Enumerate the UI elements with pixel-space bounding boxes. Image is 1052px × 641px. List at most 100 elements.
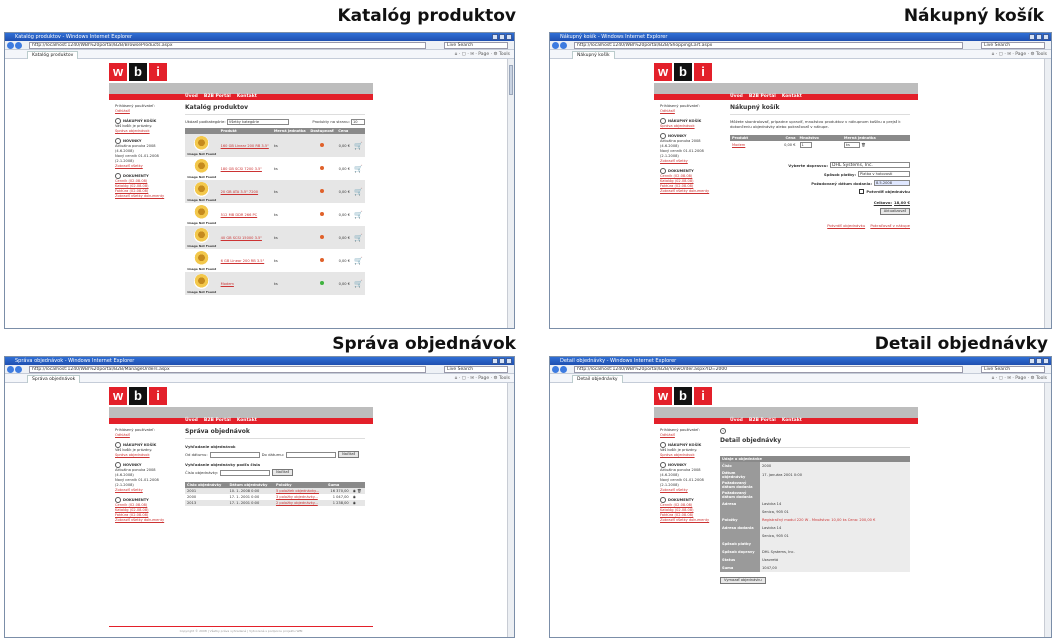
close-icon[interactable] [1043,34,1049,40]
wbi-logo[interactable]: wbi [109,63,167,81]
orders-link[interactable]: Správa objednávok [660,453,716,458]
news-item[interactable]: Nový cenník 01.01.2008 (2.1.2008) [660,478,716,488]
command-bar[interactable]: ⌂ · ▢ · ✉ · Page · ⚙ Tools [992,50,1048,59]
order-items-link[interactable]: 3 položky objednávky... [276,495,318,499]
window-controls[interactable] [1029,34,1049,40]
menu-item-b2b[interactable]: B2B Portál [749,94,776,99]
product-link[interactable]: 512 MB DDR 266 PC [221,213,258,217]
orders-link[interactable]: Správa objednávok [115,453,171,458]
product-link[interactable]: 20 GB ATA 3.5" 7200 [221,190,258,194]
menu-item-home[interactable]: Úvod [730,418,743,423]
command-bar[interactable]: ⌂ · ▢ · ✉ · Page · ⚙ Tools [455,374,511,383]
continue-shopping-link[interactable]: Pokračovať v nákupe [870,223,910,228]
window-controls[interactable] [1029,358,1049,364]
all-docs-link[interactable]: Zobraziť všetky dokumenty [115,518,171,523]
browser-tab[interactable]: Nákupný košík [572,51,615,59]
product-link[interactable]: 6 GB Linear 200 RB 3.5" [221,259,265,263]
all-news-link[interactable]: Zobraziť všetky [115,488,171,493]
close-icon[interactable] [506,34,512,40]
menu-item-b2b[interactable]: B2B Portál [204,94,231,99]
search-field[interactable]: Live Search [444,42,508,49]
news-item[interactable]: Nový cenník 01.01.2008 (2.1.2008) [115,154,171,164]
minimize-icon[interactable] [1029,34,1035,40]
menu-item-contact[interactable]: Kontakt [782,94,802,99]
scroll-thumb[interactable] [509,65,513,95]
scrollbar[interactable] [507,59,514,328]
maximize-icon[interactable] [1036,34,1042,40]
menu-item-contact[interactable]: Kontakt [237,418,257,423]
trash-icon[interactable]: 🗑 [356,489,362,493]
confirm-order-link[interactable]: Potvrdiť objednávku [827,223,865,228]
wbi-logo[interactable]: wbi [109,387,167,405]
url-field[interactable]: http://localhost:1240/WBI%20portal/B2B/B… [29,42,426,49]
product-image[interactable] [194,159,210,174]
close-icon[interactable] [506,358,512,364]
orders-link[interactable]: Správa objednávok [660,124,716,129]
order-num-input[interactable] [220,469,271,476]
maximize-icon[interactable] [1036,358,1042,364]
news-item[interactable]: Nový cenník 01.01.2008 (2.1.2008) [660,149,716,159]
wbi-logo[interactable]: wbi [654,63,712,81]
all-news-link[interactable]: Zobraziť všetky [660,488,716,493]
add-to-cart-icon[interactable]: 🛒 [354,280,363,288]
wbi-logo[interactable]: wbi [654,387,712,405]
close-icon[interactable] [1043,358,1049,364]
scrollbar[interactable] [1044,59,1051,328]
to-input[interactable] [286,451,337,458]
product-image[interactable] [194,228,210,243]
search-field[interactable]: Live Search [444,366,508,373]
trash-icon[interactable]: 🗑 [861,143,866,147]
product-link[interactable]: 180 GB SCSI 7200 3.5" [221,167,262,171]
product-link[interactable]: 40 GB SCSI 15000 3.5" [221,236,262,240]
logout-link[interactable]: Odhlásiť [115,109,171,114]
command-bar[interactable]: ⌂ · ▢ · ✉ · Page · ⚙ Tools [992,374,1048,383]
product-image[interactable] [194,274,210,289]
back-forward-icon[interactable] [7,42,25,49]
news-item[interactable]: Nový cenník 01.01.2008 (2.1.2008) [115,478,171,488]
menu-item-home[interactable]: Úvod [185,418,198,423]
add-to-cart-icon[interactable]: 🛒 [354,234,363,242]
from-input[interactable] [209,451,260,458]
view-icon[interactable]: ◉ [353,495,356,499]
minimize-icon[interactable] [492,358,498,364]
confirm-checkbox[interactable] [859,189,865,194]
url-field[interactable]: http://localhost:1240/WBI%20portal/B2B/V… [574,366,963,373]
add-to-cart-icon[interactable]: 🛒 [354,165,363,173]
menu-item-home[interactable]: Úvod [185,94,198,99]
url-field[interactable]: http://localhost:1240/WBI%20portal/B2B/S… [574,42,963,49]
all-news-link[interactable]: Zobraziť všetky [660,159,716,164]
command-bar[interactable]: ⌂ · ▢ · ✉ · Page · ⚙ Tools [455,50,511,59]
maximize-icon[interactable] [499,358,505,364]
menu-item-contact[interactable]: Kontakt [782,418,802,423]
news-item[interactable]: Aktuálna ponuka 2008 (4.6.2008) [660,139,716,149]
window-controls[interactable] [492,358,512,364]
all-news-link[interactable]: Zobraziť všetky [115,164,171,169]
qty-input[interactable]: 1 [799,142,812,148]
add-to-cart-icon[interactable]: 🛒 [354,211,363,219]
product-image[interactable] [194,136,210,151]
orders-link[interactable]: Správa objednávok [115,129,171,134]
window-controls[interactable] [492,34,512,40]
load-button[interactable]: Načítať [338,451,359,458]
search-field[interactable]: Live Search [981,42,1045,49]
unit-select[interactable]: ks [843,142,860,148]
browser-tab[interactable]: Katalóg produktov [27,51,79,59]
scrollbar[interactable] [507,383,514,637]
back-forward-icon[interactable] [552,366,570,373]
carrier-select[interactable]: DHL Systems, Inc. [830,162,910,168]
payment-select[interactable]: Platba v hotovosti [858,171,910,177]
menu-item-home[interactable]: Úvod [730,94,743,99]
back-forward-icon[interactable] [7,366,25,373]
minimize-icon[interactable] [492,34,498,40]
menu-item-b2b[interactable]: B2B Portál [749,418,776,423]
product-image[interactable] [194,251,210,266]
news-item[interactable]: Aktuálna ponuka 2008 (4.6.2008) [115,468,171,478]
search-field[interactable]: Live Search [981,366,1045,373]
news-item[interactable]: Aktuálna ponuka 2008 (4.6.2008) [115,144,171,154]
minimize-icon[interactable] [1029,358,1035,364]
product-link[interactable]: Modem [221,282,234,286]
browser-tab[interactable]: Detail objednávky [572,375,623,383]
logout-link[interactable]: Odhlásiť [660,109,716,114]
menu-item-b2b[interactable]: B2B Portál [204,418,231,423]
load-by-num-button[interactable]: Načítať [272,469,293,476]
